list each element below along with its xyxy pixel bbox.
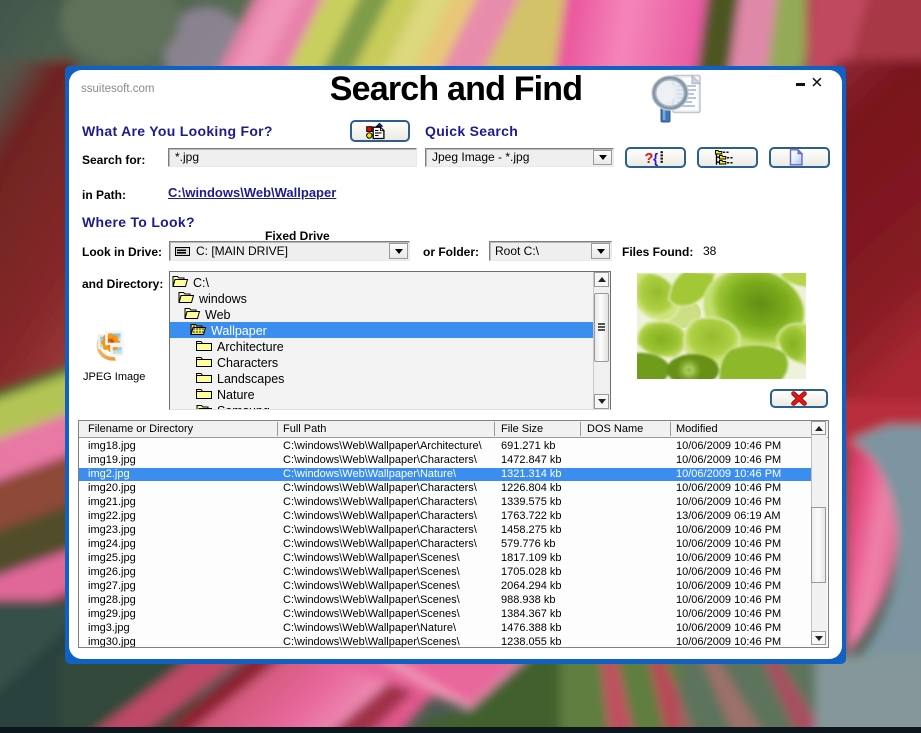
svg-text:{: {: [653, 151, 658, 166]
